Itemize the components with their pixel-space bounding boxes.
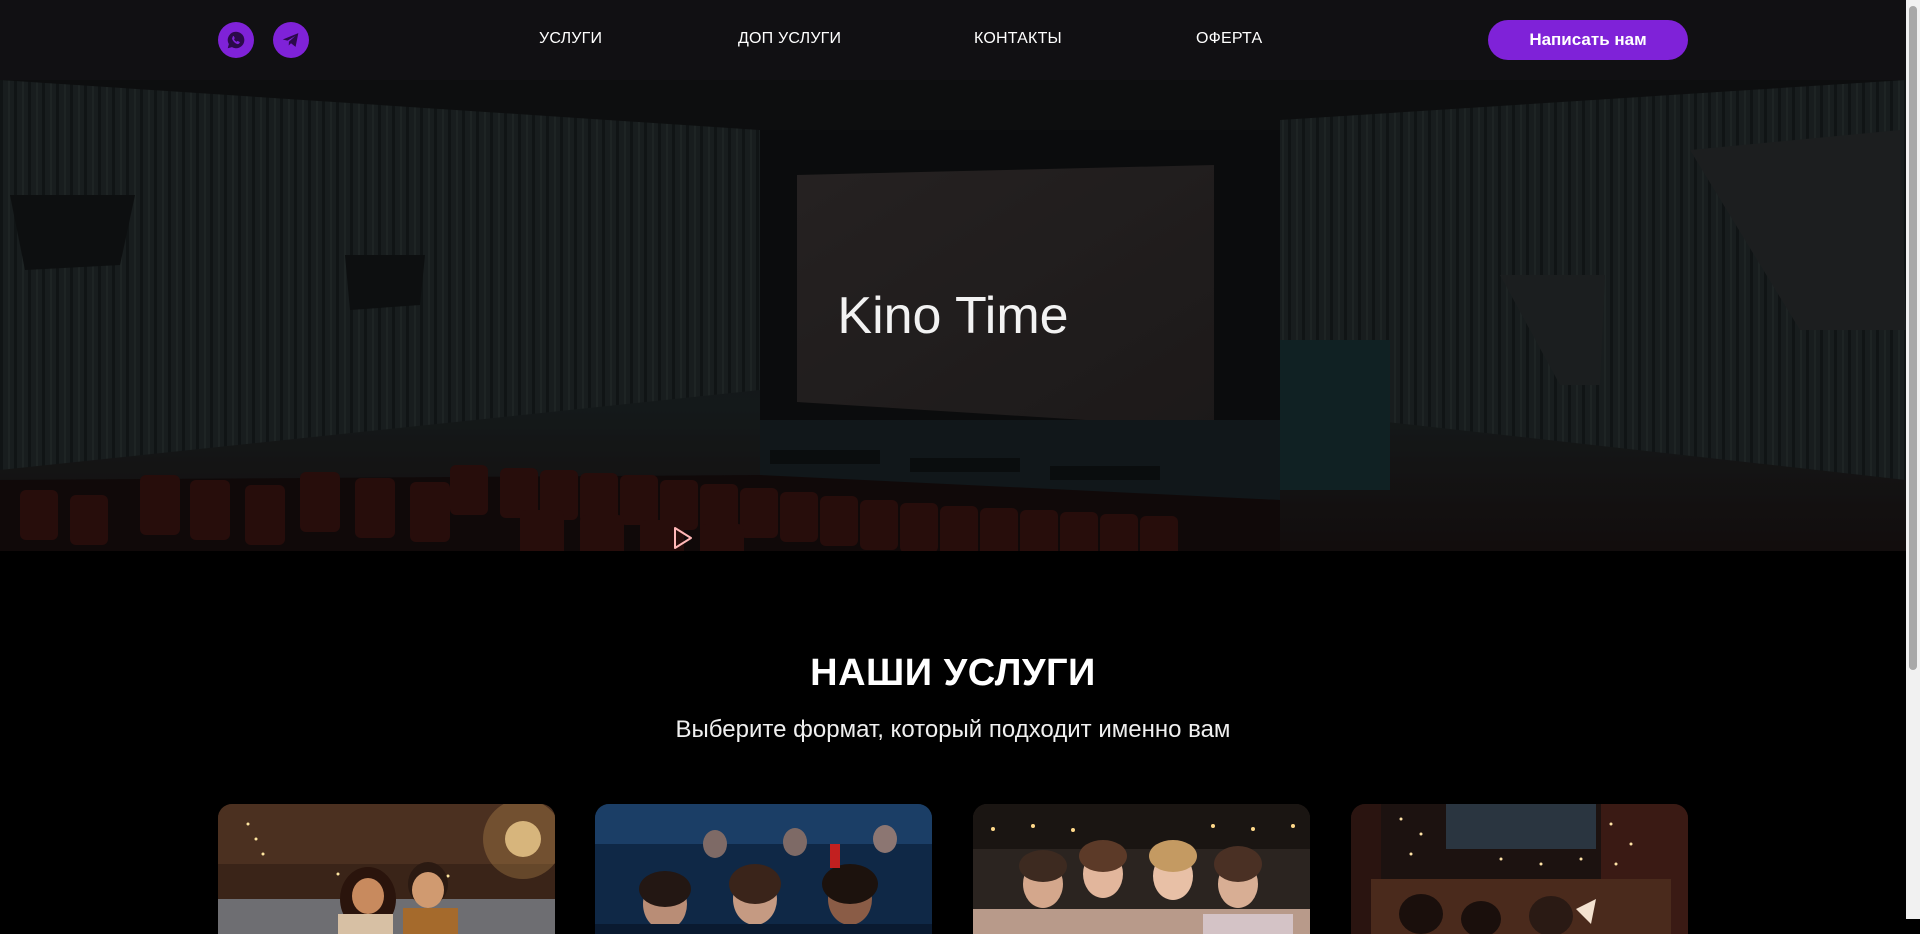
service-card-2[interactable] (595, 804, 932, 934)
service-card-3[interactable] (973, 804, 1310, 934)
hero-title: Kino Time (837, 287, 1069, 345)
couple-on-sofa-photo (218, 804, 555, 934)
home-cinema-photo (1351, 804, 1688, 934)
nav-services[interactable]: УСЛУГИ (539, 30, 602, 48)
whatsapp-button[interactable] (218, 22, 254, 58)
services-title: НАШИ УСЛУГИ (810, 652, 1096, 694)
nav-contacts[interactable]: КОНТАКТЫ (974, 30, 1062, 48)
friends-party-photo (973, 804, 1310, 934)
nav-extra-services[interactable]: ДОП УСЛУГИ (738, 30, 841, 48)
service-card-4[interactable] (1351, 804, 1688, 934)
services-subtitle: Выберите формат, который подходит именно… (675, 716, 1231, 743)
play-icon[interactable] (672, 525, 694, 551)
service-card-1[interactable] (218, 804, 555, 934)
telegram-button[interactable] (273, 22, 309, 58)
site-header: УСЛУГИ ДОП УСЛУГИ КОНТАКТЫ ОФЕРТА Написа… (0, 0, 1906, 80)
whatsapp-icon (227, 31, 245, 49)
telegram-icon (282, 33, 299, 47)
scrollbar-thumb[interactable] (1909, 6, 1917, 670)
nav-offer[interactable]: ОФЕРТА (1196, 30, 1262, 48)
audience-in-cinema-photo (595, 804, 932, 934)
write-us-button[interactable]: Написать нам (1488, 20, 1688, 60)
hero-section: Kino Time (0, 80, 1906, 551)
page-scrollbar[interactable] (1906, 0, 1920, 919)
